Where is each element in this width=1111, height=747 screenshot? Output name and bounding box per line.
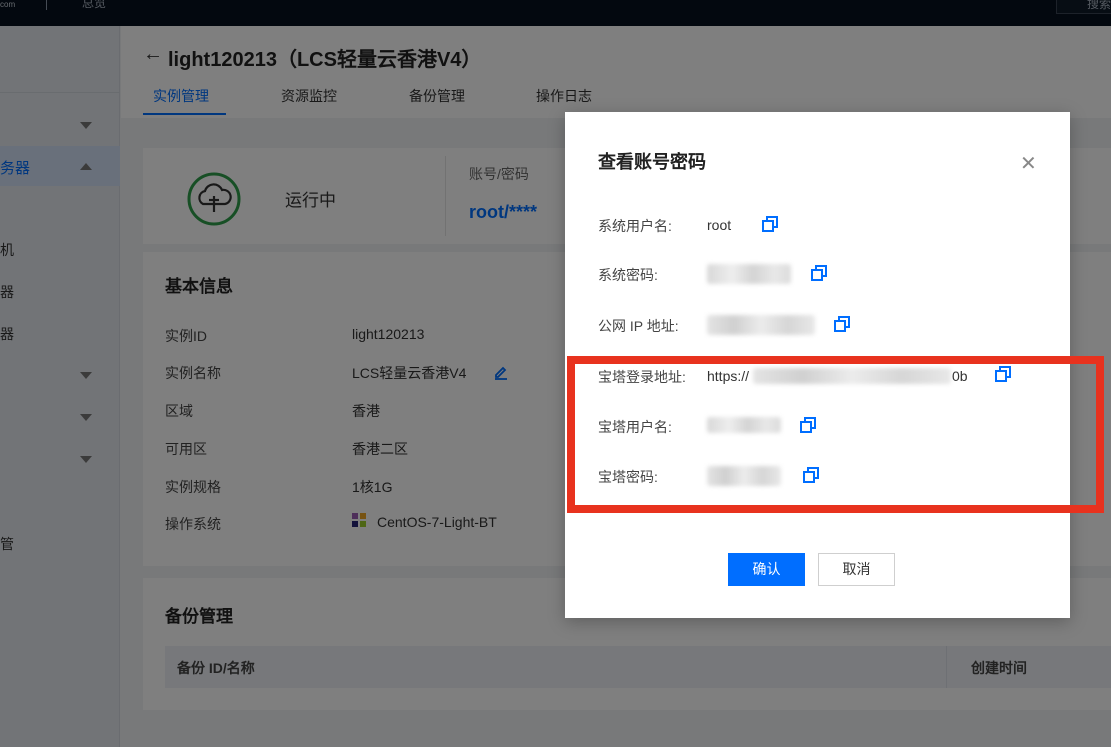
cancel-button[interactable]: 取消	[818, 553, 895, 586]
copy-icon[interactable]	[834, 316, 850, 332]
public-ip-label: 公网 IP 地址:	[598, 318, 679, 334]
highlight-annotation-box	[567, 356, 1104, 513]
close-icon[interactable]: ✕	[1020, 154, 1037, 174]
system-username-label: 系统用户名:	[598, 218, 672, 234]
system-password-label: 系统密码:	[598, 267, 658, 283]
system-username-value: root	[707, 217, 732, 233]
confirm-button[interactable]: 确认	[728, 553, 805, 586]
dialog-title: 查看账号密码	[598, 152, 706, 172]
copy-icon[interactable]	[762, 216, 778, 232]
redacted-value	[707, 315, 815, 335]
copy-icon[interactable]	[811, 265, 827, 281]
redacted-value	[707, 264, 791, 284]
